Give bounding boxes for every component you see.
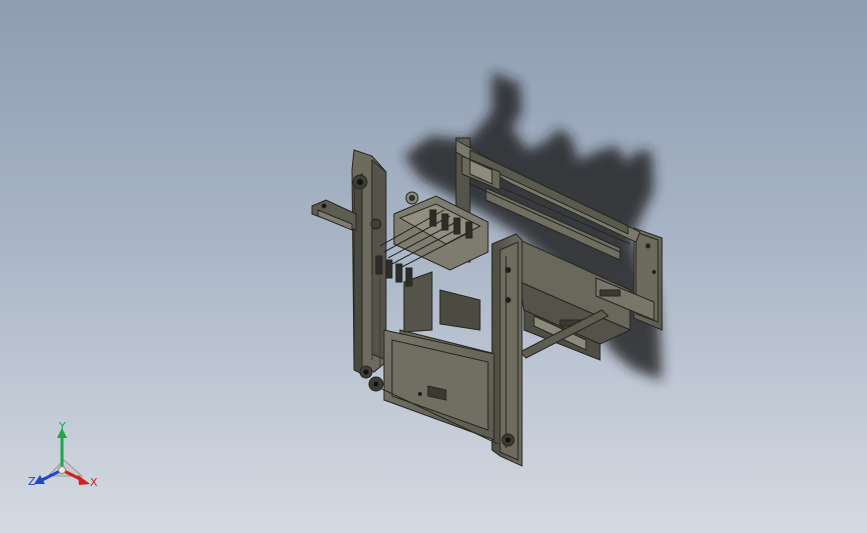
graphics-viewport[interactable]: Y Z X: [0, 0, 867, 533]
left-rail: [311, 199, 357, 231]
axis-triad: Y Z X: [24, 418, 104, 493]
z-axis-label: Z: [28, 475, 36, 488]
triad-origin: [58, 466, 66, 474]
3d-model-view[interactable]: [0, 0, 867, 533]
x-axis-label: X: [90, 476, 98, 489]
front-plate: [368, 329, 499, 445]
x-axis-arrowhead: [78, 475, 90, 485]
carriage: [393, 191, 489, 333]
y-axis-label: Y: [59, 420, 66, 433]
front-column-right: [491, 233, 523, 467]
